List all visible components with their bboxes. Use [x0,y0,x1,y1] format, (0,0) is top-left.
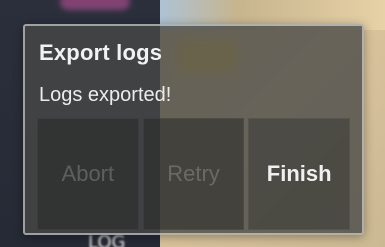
map-route-marker [60,0,130,10]
retry-button[interactable]: Retry [142,118,245,230]
abort-button[interactable]: Abort [37,118,139,230]
screen: LOG Export logs Logs exported! Abort Ret… [0,0,385,247]
dialog-message: Logs exported! [39,84,172,106]
export-logs-dialog: Export logs Logs exported! Abort Retry F… [23,24,364,235]
finish-button[interactable]: Finish [248,118,351,230]
dialog-button-row: Abort Retry Finish [37,118,351,230]
dialog-title: Export logs [39,40,163,65]
